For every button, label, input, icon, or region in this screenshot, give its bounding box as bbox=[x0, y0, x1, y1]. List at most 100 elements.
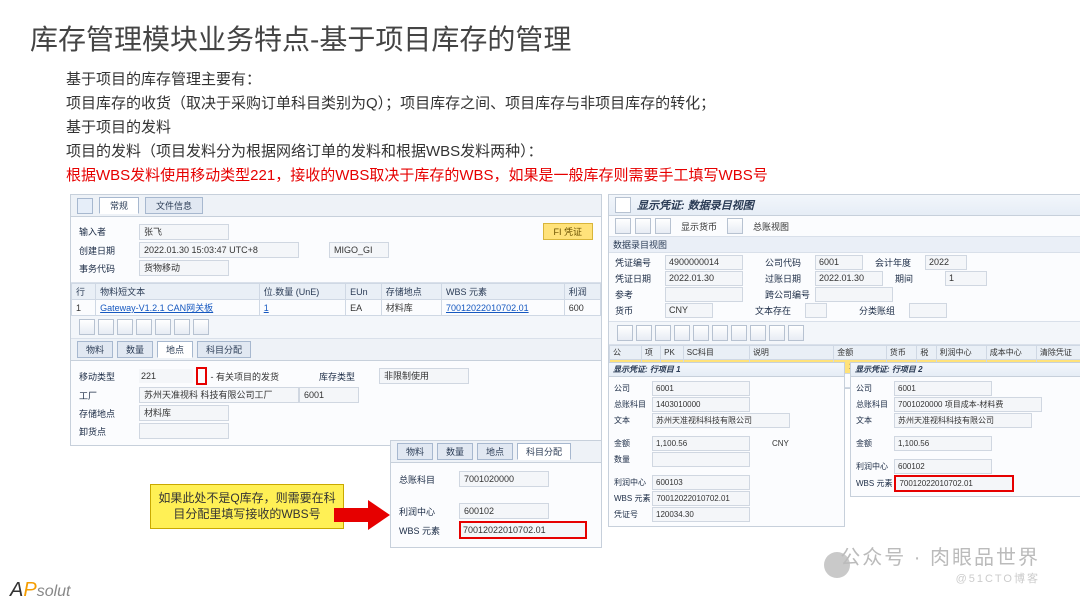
val-unload[interactable] bbox=[139, 423, 229, 439]
lbl-docdt: 凭证日期 bbox=[615, 272, 663, 285]
tool-icon[interactable] bbox=[769, 325, 785, 341]
panel2-title: 显示凭证: 行项目 2 bbox=[855, 365, 923, 374]
intro-l1: 基于项目的库存管理主要有： bbox=[66, 68, 1050, 92]
lbl-cocd: 公司代码 bbox=[765, 256, 813, 269]
lbl-pdate: 过账日期 bbox=[765, 272, 813, 285]
tool-icon[interactable] bbox=[788, 325, 804, 341]
val-createdate: 2022.01.30 15:03:47 UTC+8 bbox=[139, 242, 299, 258]
tool-icon[interactable] bbox=[79, 319, 95, 335]
arrow-icon bbox=[334, 500, 390, 530]
tool-icon[interactable] bbox=[117, 319, 133, 335]
material-link[interactable]: Gateway-V1.2.1 CAN网关板 bbox=[100, 303, 213, 313]
val-cocd: 6001 bbox=[815, 255, 863, 270]
lbl-event: 事务代码 bbox=[79, 262, 139, 275]
slide-title: 库存管理模块业务特点-基于项目库存的管理 bbox=[30, 18, 1050, 58]
subtab-qty[interactable]: 数量 bbox=[117, 341, 153, 358]
subtab-qty2[interactable]: 数量 bbox=[437, 443, 473, 460]
intro-block: 基于项目的库存管理主要有： 项目库存的收货（取决于采购订单科目类别为Q）；项目库… bbox=[66, 68, 1050, 188]
tab-fileinfo[interactable]: 文件信息 bbox=[145, 197, 203, 214]
subtab-acct[interactable]: 科目分配 bbox=[197, 341, 251, 358]
val-pc[interactable]: 600102 bbox=[459, 503, 549, 519]
val-gl[interactable]: 7001020000 bbox=[459, 471, 549, 487]
tool-icon[interactable] bbox=[636, 325, 652, 341]
lbl-gl: 总账科目 bbox=[399, 473, 459, 486]
val-sloc[interactable]: 材料库 bbox=[139, 405, 229, 421]
tool-icon[interactable] bbox=[615, 218, 631, 234]
lbl-fy: 会计年度 bbox=[875, 256, 923, 269]
subtab-location[interactable]: 地点 bbox=[157, 341, 193, 358]
intro-l5: 根据WBS发料使用移动类型221，接收的WBS取决于库存的WBS，如果是一般库存… bbox=[66, 164, 1050, 188]
tool-icon[interactable] bbox=[750, 325, 766, 341]
wbs-link[interactable]: 7001202201070​2.01 bbox=[446, 303, 529, 313]
val-fy: 2022 bbox=[925, 255, 967, 270]
tool-icon[interactable] bbox=[712, 325, 728, 341]
subtab-loc2[interactable]: 地点 bbox=[477, 443, 513, 460]
btn-gl-view[interactable]: 总账视图 bbox=[747, 220, 795, 233]
acct-assign-popout: 物料 数量 地点 科目分配 总账科目7001020000 利润中心600102 … bbox=[390, 440, 602, 548]
val-per: 1 bbox=[945, 271, 987, 286]
val-plant[interactable]: 苏州天准视科 科技有限公司工厂 bbox=[139, 387, 299, 403]
val-wbs2[interactable]: 70012022010702.01 bbox=[459, 521, 587, 539]
callout-note: 如果此处不是Q库存，则需要在科目分配里填写接收的WBS号 bbox=[150, 484, 344, 529]
qty-link[interactable]: 1 bbox=[264, 303, 269, 313]
sap-left-panel: 常规 文件信息 输入者张飞 FI 凭证 创建日期2022.01.30 15:03… bbox=[70, 194, 602, 446]
val-event: 货物移动 bbox=[139, 260, 229, 276]
movetype-note: - 有关项目的发货 bbox=[211, 370, 280, 383]
lbl-grp: 分类账组 bbox=[859, 304, 907, 317]
item-grid: 行 物料短文本 位.数量 (UnE) EUn 存储地点 WBS 元素 利润 1 … bbox=[71, 283, 601, 316]
line-item-2-panel: 显示凭证: 行项目 2 公司6001 总账科目7001020000 项目成本-材… bbox=[850, 362, 1080, 497]
lbl-curr: 货币 bbox=[615, 304, 663, 317]
fi-doc-title: 显示凭证: 数据录目视图 bbox=[637, 197, 754, 213]
tool-icon[interactable] bbox=[727, 218, 743, 234]
lbl-entrant: 输入者 bbox=[79, 225, 139, 238]
lbl-unload: 卸货点 bbox=[79, 425, 139, 438]
panel1-title: 显示凭证: 行项目 1 bbox=[613, 365, 681, 374]
tool-icon[interactable] bbox=[655, 218, 671, 234]
lbl-inter: 跨公司编号 bbox=[765, 288, 813, 301]
val-plant-code[interactable]: 6001 bbox=[299, 387, 359, 403]
watermark: 公众号 · 肉眼品世界@51CTO博客 bbox=[840, 541, 1040, 586]
delete-icon[interactable] bbox=[155, 319, 171, 335]
menu-icon[interactable] bbox=[77, 198, 93, 214]
tool-icon[interactable] bbox=[193, 319, 209, 335]
lbl-movetype: 移动类型 bbox=[79, 370, 139, 383]
intro-l2: 项目库存的收货（取决于采购订单科目类别为Q）；项目库存之间、项目库存与非项目库存… bbox=[66, 92, 1050, 116]
tab-general[interactable]: 常规 bbox=[99, 197, 139, 214]
tool-icon[interactable] bbox=[655, 325, 671, 341]
lbl-plant: 工厂 bbox=[79, 389, 139, 402]
q-indicator-box[interactable] bbox=[196, 367, 207, 385]
fi-doc-panel: 显示凭证: 数据录目视图 显示货币 总账视图 数据录目视图 凭证编号490000… bbox=[608, 194, 1080, 389]
lbl-txt: 文本存在 bbox=[755, 304, 803, 317]
intro-l4: 项目的发料（项目发料分为根据网络订单的发料和根据WBS发料两种）： bbox=[66, 140, 1050, 164]
tool-icon[interactable] bbox=[174, 319, 190, 335]
col-eun: EUn bbox=[346, 284, 382, 300]
subtab-material[interactable]: 物料 bbox=[77, 341, 113, 358]
col-wbs: WBS 元素 bbox=[442, 284, 565, 300]
col-row: 行 bbox=[72, 284, 96, 300]
tool-icon[interactable] bbox=[674, 325, 690, 341]
lbl-sloc: 存储地点 bbox=[79, 407, 139, 420]
lbl-ref: 参考 bbox=[615, 288, 663, 301]
tool-icon[interactable] bbox=[617, 325, 633, 341]
subtab-acct2[interactable]: 科目分配 bbox=[517, 443, 571, 460]
window-icon bbox=[615, 197, 631, 213]
tool-icon[interactable] bbox=[136, 319, 152, 335]
val-stocktype[interactable]: 非限制使用 bbox=[379, 368, 469, 384]
val-wbs-highlight: 70012022010702.01 bbox=[894, 475, 1014, 492]
fi-doc-button[interactable]: FI 凭证 bbox=[543, 223, 594, 240]
val-entrant: 张飞 bbox=[139, 224, 229, 240]
table-row[interactable]: 1 Gateway-V1.2.1 CAN网关板 1 EA 材料库 7001202… bbox=[72, 300, 601, 316]
tool-icon[interactable] bbox=[693, 325, 709, 341]
subtab-material2[interactable]: 物料 bbox=[397, 443, 433, 460]
val-movetype[interactable]: 221 bbox=[139, 369, 193, 383]
brand-logo: APsolut bbox=[10, 579, 70, 602]
tool-icon[interactable] bbox=[98, 319, 114, 335]
lbl-wbs2: WBS 元素 bbox=[399, 524, 459, 537]
lbl-createdate: 创建日期 bbox=[79, 244, 139, 257]
lbl-stocktype: 库存类型 bbox=[319, 370, 379, 383]
tool-icon[interactable] bbox=[635, 218, 651, 234]
tool-icon[interactable] bbox=[731, 325, 747, 341]
lbl-docno: 凭证编号 bbox=[615, 256, 663, 269]
btn-show-curr[interactable]: 显示货币 bbox=[675, 220, 723, 233]
val-migo: MIGO_GI bbox=[329, 242, 389, 258]
